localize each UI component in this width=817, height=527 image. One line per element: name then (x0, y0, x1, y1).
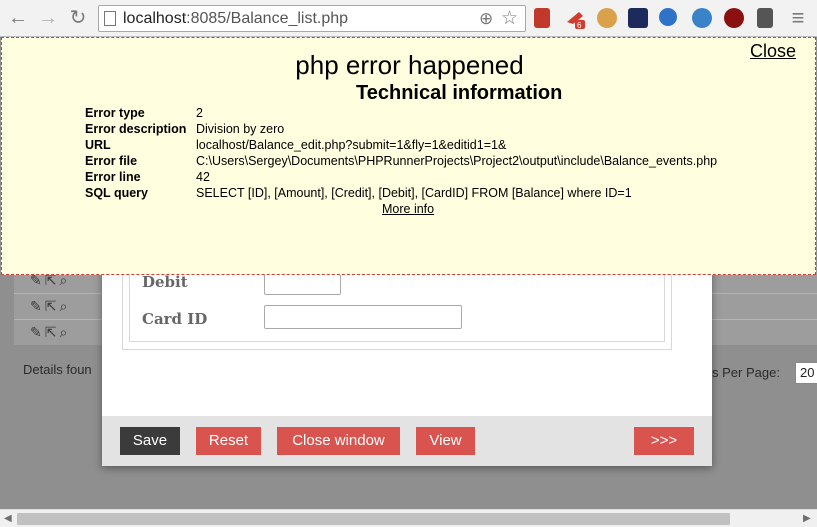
horizontal-scrollbar[interactable]: ◀ ▶ (0, 509, 817, 527)
error-value: 42 (196, 170, 210, 184)
close-window-button[interactable]: Close window (277, 427, 400, 455)
error-value: 2 (196, 106, 203, 120)
modal-footer: Save Reset Close window View >>> (102, 416, 712, 466)
extension-globe-icon[interactable] (692, 8, 712, 28)
error-key: Error type (85, 106, 145, 120)
reload-button[interactable]: ↻ (66, 6, 90, 30)
next-button[interactable]: >>> (634, 427, 694, 455)
menu-icon[interactable]: ≡ (786, 6, 810, 30)
forward-button[interactable]: → (36, 6, 60, 30)
details-found-text: Details foun (23, 362, 92, 377)
php-error-panel: Close php error happened Technical infor… (1, 37, 816, 275)
extension-book-icon[interactable] (534, 8, 550, 28)
error-key: Error line (85, 170, 141, 184)
card-id-label: Card ID (142, 310, 208, 328)
extension-bird-icon[interactable]: 6 (565, 8, 585, 30)
extension-ghost-icon[interactable] (757, 8, 773, 28)
card-id-input[interactable] (264, 305, 462, 329)
browser-toolbar: ← → ↻ localhost:8085/Balance_list.php ⊕ … (0, 0, 817, 37)
back-button[interactable]: ← (6, 6, 30, 30)
address-bar[interactable]: localhost:8085/Balance_list.php ⊕ ☆ (98, 5, 526, 32)
scroll-right-arrow[interactable]: ▶ (803, 513, 811, 524)
error-title: php error happened (295, 50, 524, 80)
view-button[interactable]: View (416, 427, 475, 455)
zoom-icon[interactable]: ⊕ (479, 9, 493, 29)
reset-button[interactable]: Reset (196, 427, 261, 455)
error-value: localhost/Balance_edit.php?submit=1&fly=… (196, 138, 507, 152)
row-action-icons[interactable]: ✎⇱⌕ (30, 324, 70, 341)
error-key: Error description (85, 122, 187, 136)
error-value: Division by zero (196, 122, 285, 136)
ublock-icon[interactable] (724, 8, 744, 28)
error-key: Error file (85, 154, 138, 168)
url-text[interactable]: localhost:8085/Balance_list.php (123, 10, 348, 28)
error-value: SELECT [ID], [Amount], [Credit], [Debit]… (196, 186, 632, 200)
page-icon (104, 11, 116, 26)
extension-firework-icon[interactable] (628, 8, 648, 28)
row-action-icons[interactable]: ✎⇱⌕ (30, 298, 70, 315)
error-subtitle: Technical information (356, 82, 563, 104)
bookmark-star-icon[interactable]: ☆ (501, 7, 518, 30)
extension-cookie-icon[interactable] (597, 8, 617, 28)
svg-text:6: 6 (577, 21, 582, 30)
extension-globe-badge-icon[interactable] (659, 8, 677, 26)
per-page-select[interactable]: 20 (795, 362, 817, 384)
more-info-link[interactable]: More info (382, 202, 434, 216)
error-value: C:\Users\Sergey\Documents\PHPRunnerProje… (196, 154, 718, 168)
error-key: SQL query (85, 186, 148, 200)
save-button[interactable]: Save (120, 427, 180, 455)
per-page-label: s Per Page: (712, 365, 780, 380)
error-key: URL (85, 138, 111, 152)
debit-label: Debit (142, 273, 188, 291)
scrollbar-thumb[interactable] (17, 513, 730, 525)
scroll-left-arrow[interactable]: ◀ (4, 513, 12, 524)
